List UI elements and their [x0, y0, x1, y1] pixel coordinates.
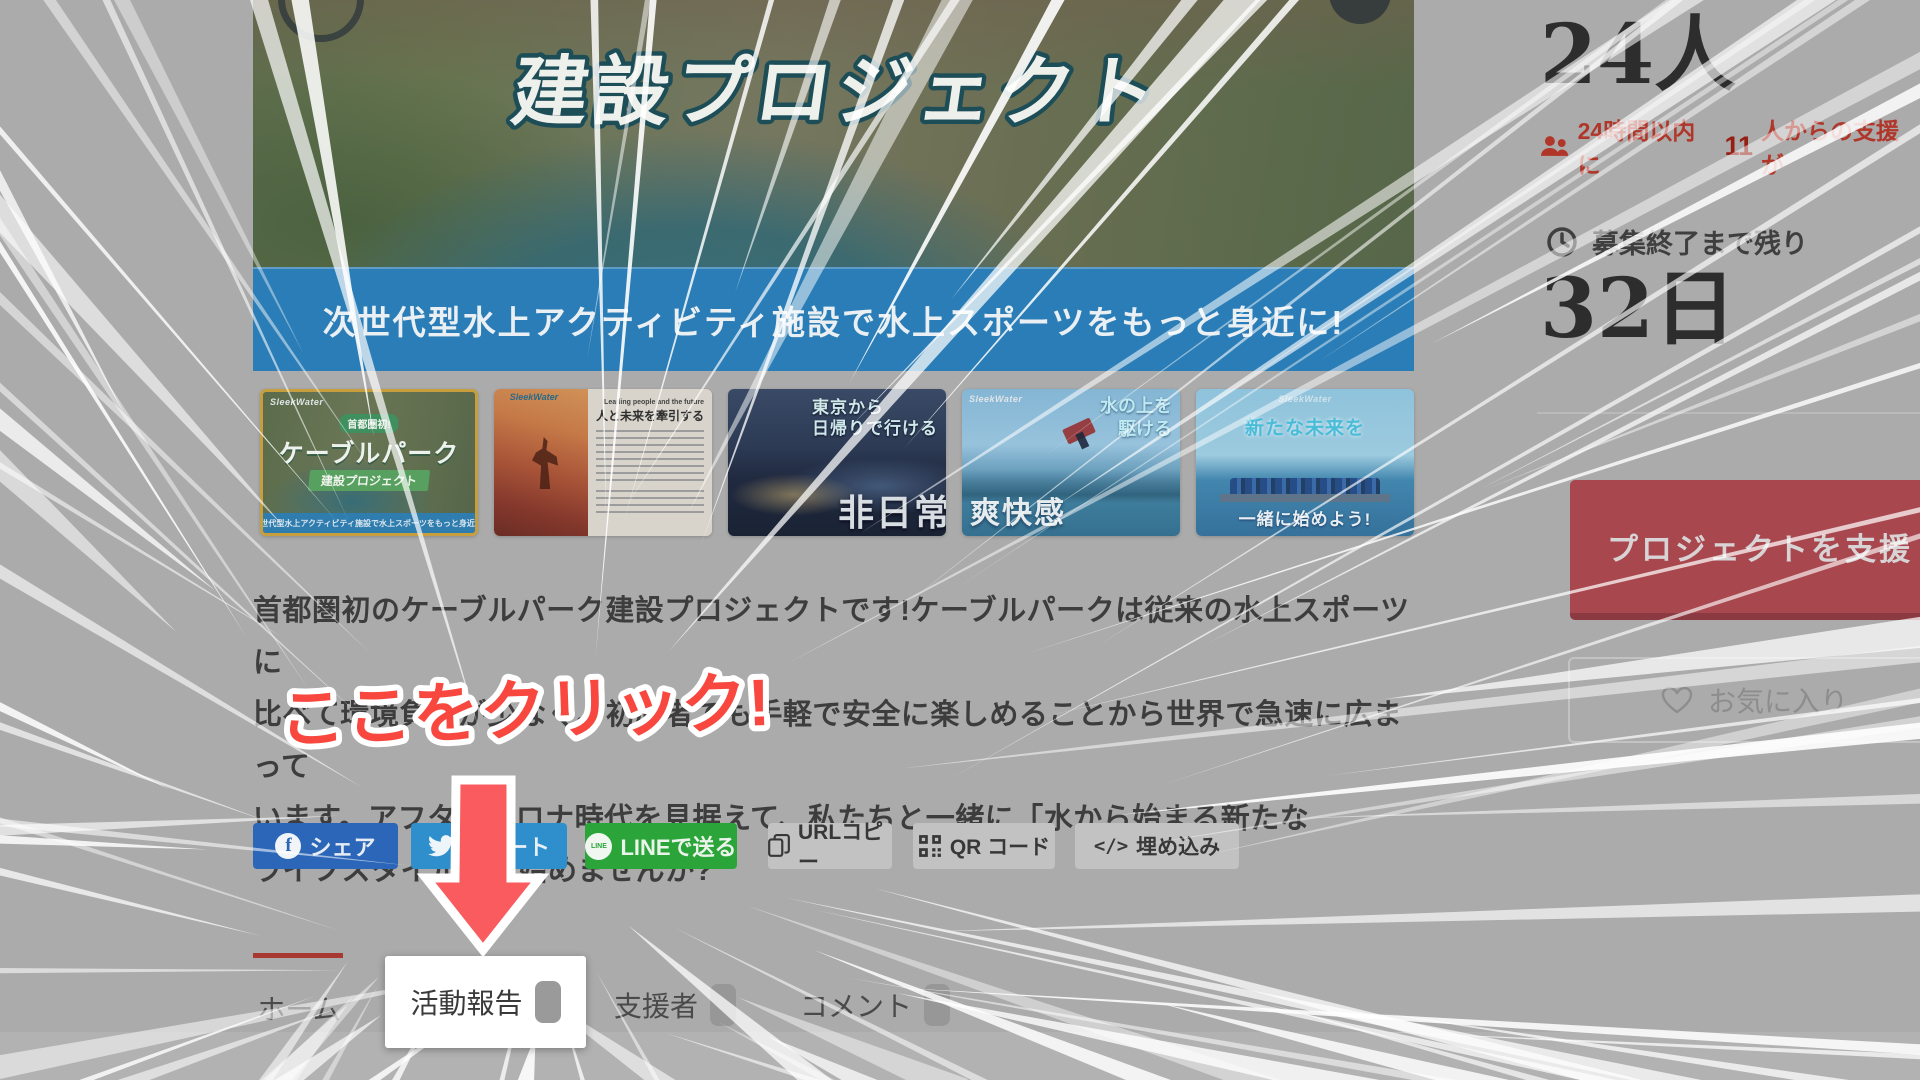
favorite-button[interactable]: お気に入り: [1568, 657, 1920, 743]
supporters-count: 24人: [1540, 14, 1736, 96]
line-share-button[interactable]: LINE LINEで送る: [585, 823, 737, 869]
sidebar-divider: [1537, 412, 1920, 414]
tab-activity-report[interactable]: 活動報告: [385, 956, 586, 1048]
hero-banner: 次世代型水上アクティビティ施設で水上スポーツをもっと身近に!: [253, 267, 1414, 371]
active-tab-indicator: [253, 953, 343, 958]
wakeboarder-figure: [1062, 417, 1096, 444]
thumb4-big-text: 爽快感: [970, 488, 1066, 532]
brand-logo: SleekWater: [1278, 394, 1331, 404]
hero-title: 建設プロジェクト: [253, 8, 1414, 168]
thumb3-big-text: 非日常: [838, 484, 946, 536]
thumb2-bodytext: [596, 430, 704, 482]
activity-count-badge: [535, 981, 561, 1023]
supporters-icon: [1540, 134, 1570, 158]
thumb1-title: ケーブルパーク: [263, 434, 475, 470]
line-icon: LINE: [585, 833, 612, 860]
tab-home[interactable]: ホーム: [253, 988, 345, 1028]
clock-icon: [1546, 226, 1578, 258]
heart-icon: [1660, 685, 1694, 715]
thumbnail-ride[interactable]: SleekWater 水の上を駆ける 爽快感: [962, 389, 1180, 536]
thumb3-caption: 東京から日帰りで行ける: [812, 397, 938, 439]
thumb5-caption: 新たな未来を: [1196, 413, 1414, 440]
thumbnail-cablepark[interactable]: SleekWater 首都圏初! ケーブルパーク 建設プロジェクト 次世代型水上…: [260, 389, 478, 536]
recent-support-note: 24時間以内に11人からの支援が: [1540, 112, 1920, 180]
thumb2-bodytext: [596, 490, 704, 516]
hero-title-text: 建設プロジェクト: [507, 50, 1167, 135]
facebook-icon: f: [275, 833, 301, 859]
comments-count-badge: [924, 984, 950, 1026]
thumb5-dock: [1220, 494, 1390, 502]
page-footer-band: [0, 1032, 1920, 1080]
crowdfunding-page: 建設プロジェクト 次世代型水上アクティビティ施設で水上スポーツをもっと身近に! …: [0, 0, 1920, 1080]
qr-code-button[interactable]: QR コード: [913, 823, 1055, 869]
tab-comments[interactable]: コメント: [800, 984, 950, 1026]
tab-supporters[interactable]: 支援者: [614, 984, 736, 1026]
days-left: 32日: [1540, 268, 1736, 350]
thumbnail-tokyo[interactable]: 東京から日帰りで行ける 非日常: [728, 389, 946, 536]
brand-logo: SleekWater: [510, 392, 558, 402]
twitter-icon: [428, 835, 454, 857]
url-copy-button[interactable]: URLコピー: [768, 823, 892, 869]
embed-button[interactable]: </> 埋め込み: [1075, 823, 1239, 869]
thumbnail-mission[interactable]: SleekWater Leading people and the future…: [494, 389, 712, 536]
hero-image: 建設プロジェクト 次世代型水上アクティビティ施設で水上スポーツをもっと身近に!: [253, 0, 1414, 371]
deadline-row: 募集終了まで残り: [1546, 222, 1808, 261]
qr-icon: [918, 834, 942, 858]
support-project-button[interactable]: プロジェクトを支援: [1570, 480, 1920, 620]
twitter-tweet-button[interactable]: ツイート: [411, 823, 567, 869]
thumb5-big-text: 一緒に始めよう!: [1196, 505, 1414, 530]
copy-icon: [768, 834, 790, 858]
code-icon: </>: [1094, 835, 1128, 857]
hero-banner-text: 次世代型水上アクティビティ施設で水上スポーツをもっと身近に!: [323, 296, 1345, 344]
thumb2-photo: [494, 389, 592, 536]
thumbnail-future[interactable]: SleekWater 新たな未来を 一緒に始めよう!: [1196, 389, 1414, 536]
thumb2-heading-en: Leading people and the future: [596, 399, 704, 406]
share-buttons-row: f シェア ツイート LINE LINEで送る URLコピー QR コード <: [253, 823, 1239, 869]
thumb1-badge: 首都圏初!: [339, 414, 398, 433]
thumb2-panel: SleekWater Leading people and the future…: [588, 389, 712, 536]
thumb2-heading: 人と未来を牽引する: [596, 407, 704, 424]
thumb5-people: [1230, 478, 1380, 494]
facebook-share-button[interactable]: f シェア: [253, 823, 398, 869]
thumb1-subtitle: 建設プロジェクト: [308, 470, 430, 491]
brand-logo: SleekWater: [969, 394, 1022, 404]
thumb1-strip: 次世代型水上アクティビティ施設で水上スポーツをもっと身近に!: [263, 513, 475, 533]
brand-logo: SleekWater: [270, 397, 323, 407]
supporters-count-badge: [710, 984, 736, 1026]
thumb4-caption: 水の上を駆ける: [1100, 395, 1172, 441]
